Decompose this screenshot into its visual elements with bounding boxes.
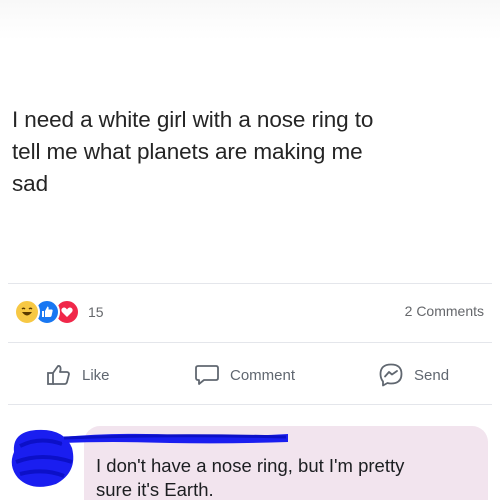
reactions-summary[interactable]: 15	[14, 299, 104, 325]
divider	[8, 404, 492, 405]
redacted-commenter-name	[62, 433, 288, 444]
speech-bubble-icon	[194, 363, 220, 387]
divider	[8, 283, 492, 284]
comment: I don't have a nose ring, but I'm pretty…	[0, 412, 500, 500]
reaction-count: 15	[88, 304, 104, 320]
comments-count-link[interactable]: 2 Comments	[405, 303, 484, 319]
send-button[interactable]: Send	[378, 356, 449, 394]
post-text: I need a white girl with a nose ring to …	[12, 107, 374, 196]
facebook-post: I need a white girl with a nose ring to …	[0, 0, 500, 500]
like-label: Like	[82, 366, 110, 384]
comment-button[interactable]: Comment	[194, 356, 295, 394]
divider	[8, 342, 492, 343]
thumbs-up-icon	[46, 363, 72, 387]
messenger-icon	[378, 362, 404, 388]
haha-icon	[14, 299, 40, 325]
action-bar: Like Comment Send	[0, 356, 500, 394]
comment-text: I don't have a nose ring, but I'm pretty…	[96, 455, 405, 500]
like-button[interactable]: Like	[46, 356, 110, 394]
send-label: Send	[414, 366, 450, 384]
comment-label: Comment	[230, 366, 296, 384]
